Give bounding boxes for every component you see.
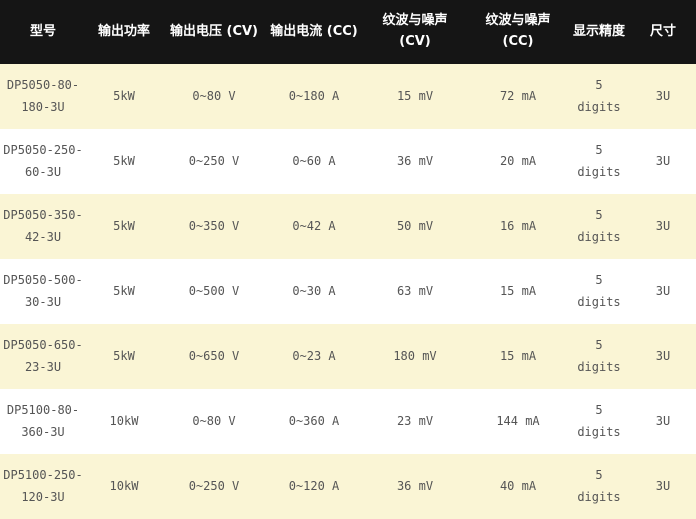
- spec-table: 型号 输出功率 输出电压 (CV) 输出电流 (CC) 纹波与噪声 (CV) 纹波与噪声 …: [0, 0, 696, 519]
- table-cell: 0~180 A: [266, 64, 362, 129]
- table-cell: 5kW: [86, 64, 162, 129]
- table-cell: 15 mV: [362, 64, 468, 129]
- table-cell: 5 digits: [568, 259, 630, 324]
- table-row: DP5050-650-23-3U 5kW 0~650 V 0~23 A 180 mV 15…: [0, 324, 696, 389]
- table-cell: 15 mA: [468, 259, 568, 324]
- table-cell: 0~60 A: [266, 129, 362, 194]
- table-cell: 15 mA: [468, 324, 568, 389]
- table-cell: 0~250 V: [162, 454, 266, 519]
- column-header: 型号: [0, 0, 86, 64]
- table-row: DP5100-250-120-3U 10kW 0~250 V 0~120 A 36 mV…: [0, 454, 696, 519]
- model-cell: DP5050-500-30-3U: [0, 259, 86, 324]
- table-cell: 0~360 A: [266, 389, 362, 454]
- table-cell: 3U: [630, 259, 696, 324]
- table-cell: 5 digits: [568, 64, 630, 129]
- table-row: DP5050-250-60-3U 5kW 0~250 V 0~60 A 36 mV 20 …: [0, 129, 696, 194]
- table-cell: 23 mV: [362, 389, 468, 454]
- table-cell: 0~80 V: [162, 389, 266, 454]
- table-cell: 0~650 V: [162, 324, 266, 389]
- header-row: 型号 输出功率 输出电压 (CV) 输出电流 (CC) 纹波与噪声 (CV) 纹波与噪声 …: [0, 0, 696, 64]
- table-cell: 5 digits: [568, 194, 630, 259]
- table-cell: 3U: [630, 389, 696, 454]
- table-cell: 5 digits: [568, 454, 630, 519]
- model-cell: DP5050-80-180-3U: [0, 64, 86, 129]
- table-cell: 0~30 A: [266, 259, 362, 324]
- table-cell: 3U: [630, 194, 696, 259]
- table-cell: 3U: [630, 454, 696, 519]
- column-header: 纹波与噪声 (CC): [468, 0, 568, 64]
- model-cell: DP5050-350-42-3U: [0, 194, 86, 259]
- table-cell: 5 digits: [568, 389, 630, 454]
- table-cell: 72 mA: [468, 64, 568, 129]
- model-cell: DP5100-250-120-3U: [0, 454, 86, 519]
- column-header: 尺寸: [630, 0, 696, 64]
- column-header: 输出功率: [86, 0, 162, 64]
- table-cell: 5 digits: [568, 129, 630, 194]
- table-cell: 3U: [630, 64, 696, 129]
- table-cell: 63 mV: [362, 259, 468, 324]
- table-cell: 16 mA: [468, 194, 568, 259]
- column-header: 输出电压 (CV): [162, 0, 266, 64]
- table-cell: 5kW: [86, 194, 162, 259]
- table-row: DP5050-350-42-3U 5kW 0~350 V 0~42 A 50 mV 16 …: [0, 194, 696, 259]
- table-cell: 10kW: [86, 389, 162, 454]
- table-body: DP5050-80-180-3U 5kW 0~80 V 0~180 A 15 mV 72 …: [0, 64, 696, 519]
- model-cell: DP5050-650-23-3U: [0, 324, 86, 389]
- table-cell: 0~23 A: [266, 324, 362, 389]
- table-row: DP5050-500-30-3U 5kW 0~500 V 0~30 A 63 mV 15 …: [0, 259, 696, 324]
- table-row: DP5100-80-360-3U 10kW 0~80 V 0~360 A 23 mV 14…: [0, 389, 696, 454]
- table-cell: 20 mA: [468, 129, 568, 194]
- table-cell: 144 mA: [468, 389, 568, 454]
- column-header: 显示精度: [568, 0, 630, 64]
- table-cell: 5 digits: [568, 324, 630, 389]
- table-cell: 3U: [630, 129, 696, 194]
- table-cell: 180 mV: [362, 324, 468, 389]
- table-cell: 5kW: [86, 324, 162, 389]
- table-cell: 50 mV: [362, 194, 468, 259]
- table-cell: 3U: [630, 324, 696, 389]
- table-cell: 36 mV: [362, 129, 468, 194]
- table-cell: 5kW: [86, 259, 162, 324]
- table-cell: 0~120 A: [266, 454, 362, 519]
- table-cell: 36 mV: [362, 454, 468, 519]
- column-header: 输出电流 (CC): [266, 0, 362, 64]
- table-cell: 5kW: [86, 129, 162, 194]
- table-row: DP5050-80-180-3U 5kW 0~80 V 0~180 A 15 mV 72 …: [0, 64, 696, 129]
- model-cell: DP5050-250-60-3U: [0, 129, 86, 194]
- table-cell: 0~500 V: [162, 259, 266, 324]
- column-header: 纹波与噪声 (CV): [362, 0, 468, 64]
- table-cell: 0~80 V: [162, 64, 266, 129]
- table-cell: 0~250 V: [162, 129, 266, 194]
- table-cell: 10kW: [86, 454, 162, 519]
- table-cell: 0~42 A: [266, 194, 362, 259]
- table-header: 型号 输出功率 输出电压 (CV) 输出电流 (CC) 纹波与噪声 (CV) 纹波与噪声 …: [0, 0, 696, 64]
- table-cell: 0~350 V: [162, 194, 266, 259]
- table-cell: 40 mA: [468, 454, 568, 519]
- model-cell: DP5100-80-360-3U: [0, 389, 86, 454]
